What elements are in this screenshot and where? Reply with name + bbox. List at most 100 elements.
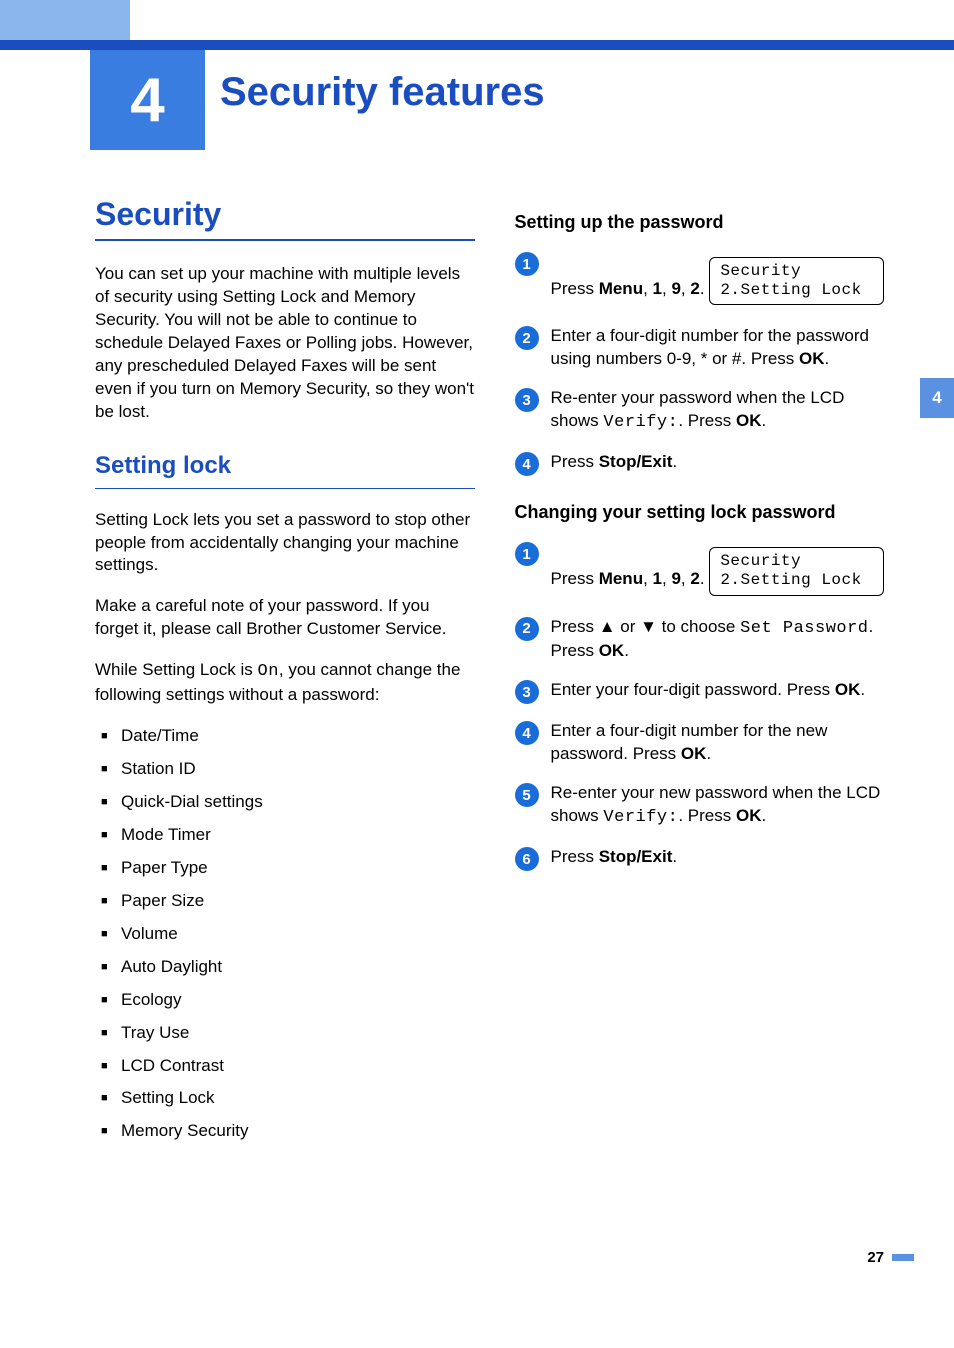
step-text: Enter a four-digit number for the passwo… [551, 325, 895, 371]
key-label: Menu [599, 569, 643, 588]
step-b5: 5 Re-enter your new password when the LC… [515, 782, 895, 830]
list-item: Auto Daylight [101, 956, 475, 979]
inline-code-on: On [258, 662, 279, 681]
key-label: OK [599, 641, 625, 660]
step-number-icon: 4 [515, 452, 539, 476]
key-label: 9 [671, 569, 680, 588]
step-a2: 2 Enter a four-digit number for the pass… [515, 325, 895, 371]
step-text: Re-enter your password when the LCD show… [551, 387, 895, 435]
chapter-title: Security features [220, 70, 545, 115]
header-accent-bar [0, 40, 954, 50]
text-fragment: Press [551, 452, 599, 471]
list-item: Setting Lock [101, 1087, 475, 1110]
list-item: Mode Timer [101, 824, 475, 847]
setting-lock-paragraph-3: While Setting Lock is On, you cannot cha… [95, 659, 475, 707]
text-fragment: While Setting Lock is [95, 660, 258, 679]
step-number-icon: 2 [515, 617, 539, 641]
list-item: Tray Use [101, 1022, 475, 1045]
subsection-heading-setting-lock: Setting lock [95, 452, 475, 489]
inline-code-set-password: Set Password [740, 619, 868, 638]
step-b3: 3 Enter your four-digit password. Press … [515, 679, 895, 704]
step-b6: 6 Press Stop/Exit. [515, 846, 895, 871]
step-number-icon: 5 [515, 783, 539, 807]
text-fragment: or #. Press [707, 349, 799, 368]
key-label: 1 [653, 279, 662, 298]
text-fragment: Press [551, 847, 599, 866]
step-number-icon: 6 [515, 847, 539, 871]
list-item: Paper Size [101, 890, 475, 913]
list-item: LCD Contrast [101, 1055, 475, 1078]
text-fragment: . [761, 411, 766, 430]
lcd-display: Security 2.Setting Lock [709, 257, 884, 305]
step-text: Enter your four-digit password. Press OK… [551, 679, 895, 702]
key-label: OK [736, 806, 762, 825]
right-column: Setting up the password 1 Press Menu, 1,… [515, 196, 895, 1153]
side-tab: 4 [920, 378, 954, 418]
step-number-icon: 2 [515, 326, 539, 350]
text-fragment: . [761, 806, 766, 825]
step-a4: 4 Press Stop/Exit. [515, 451, 895, 476]
text-fragment: , [681, 279, 690, 298]
step-number-icon: 4 [515, 721, 539, 745]
text-fragment: . [700, 569, 705, 588]
step-a1: 1 Press Menu, 1, 9, 2. Security 2.Settin… [515, 251, 895, 309]
down-arrow-icon: ▼ [640, 617, 657, 636]
step-number-icon: 3 [515, 680, 539, 704]
key-label: OK [799, 349, 825, 368]
step-text: Press Stop/Exit. [551, 846, 895, 869]
lcd-line-2: 2.Setting Lock [720, 571, 873, 590]
key-label: OK [736, 411, 762, 430]
list-item: Quick-Dial settings [101, 791, 475, 814]
header-accent-light [0, 0, 130, 40]
key-label: 9 [671, 279, 680, 298]
lcd-line-1: Security [720, 552, 873, 571]
key-label: OK [835, 680, 861, 699]
lcd-line-1: Security [720, 262, 873, 281]
inline-code-verify: Verify: [603, 808, 678, 827]
text-fragment: , [681, 569, 690, 588]
text-fragment: Press [551, 617, 599, 636]
text-fragment: . [672, 452, 677, 471]
text-fragment: . [700, 279, 705, 298]
key-label: OK [681, 744, 707, 763]
text-fragment: . Press [678, 806, 736, 825]
text-fragment: to choose [657, 617, 740, 636]
step-number-icon: 1 [515, 252, 539, 276]
text-fragment: . [860, 680, 865, 699]
step-number-icon: 3 [515, 388, 539, 412]
key-label: Stop/Exit [599, 847, 673, 866]
heading-change-password: Changing your setting lock password [515, 502, 895, 523]
lcd-display: Security 2.Setting Lock [709, 547, 884, 595]
intro-paragraph: You can set up your machine with multipl… [95, 263, 475, 424]
key-label: Stop/Exit [599, 452, 673, 471]
step-b4: 4 Enter a four-digit number for the new … [515, 720, 895, 766]
step-text: Press ▲ or ▼ to choose Set Password. Pre… [551, 616, 895, 664]
list-item: Paper Type [101, 857, 475, 880]
setting-lock-paragraph-2: Make a careful note of your password. If… [95, 595, 475, 641]
step-number-icon: 1 [515, 542, 539, 566]
heading-setup-password: Setting up the password [515, 212, 895, 233]
section-heading-security: Security [95, 196, 475, 241]
page-body: Security You can set up your machine wit… [95, 196, 894, 1153]
step-b1: 1 Press Menu, 1, 9, 2. Security 2.Settin… [515, 541, 895, 599]
lcd-line-2: 2.Setting Lock [720, 281, 873, 300]
text-fragment: , [643, 279, 652, 298]
list-item: Date/Time [101, 725, 475, 748]
text-fragment: . Press [678, 411, 736, 430]
text-fragment: Press [551, 279, 599, 298]
text-fragment: . [624, 641, 629, 660]
setting-lock-paragraph-1: Setting Lock lets you set a password to … [95, 509, 475, 578]
text-fragment: Enter your four-digit password. Press [551, 680, 835, 699]
left-column: Security You can set up your machine wit… [95, 196, 475, 1153]
text-fragment: . [672, 847, 677, 866]
text-fragment: . [706, 744, 711, 763]
inline-code-verify: Verify: [603, 413, 678, 432]
text-fragment: Press [551, 569, 599, 588]
text-fragment: , [643, 569, 652, 588]
step-text: Press Menu, 1, 9, 2. Security 2.Setting … [551, 541, 895, 599]
list-item: Ecology [101, 989, 475, 1012]
settings-bullet-list: Date/Time Station ID Quick-Dial settings… [101, 725, 475, 1143]
chapter-number-box: 4 [90, 50, 205, 150]
step-text: Re-enter your new password when the LCD … [551, 782, 895, 830]
list-item: Volume [101, 923, 475, 946]
